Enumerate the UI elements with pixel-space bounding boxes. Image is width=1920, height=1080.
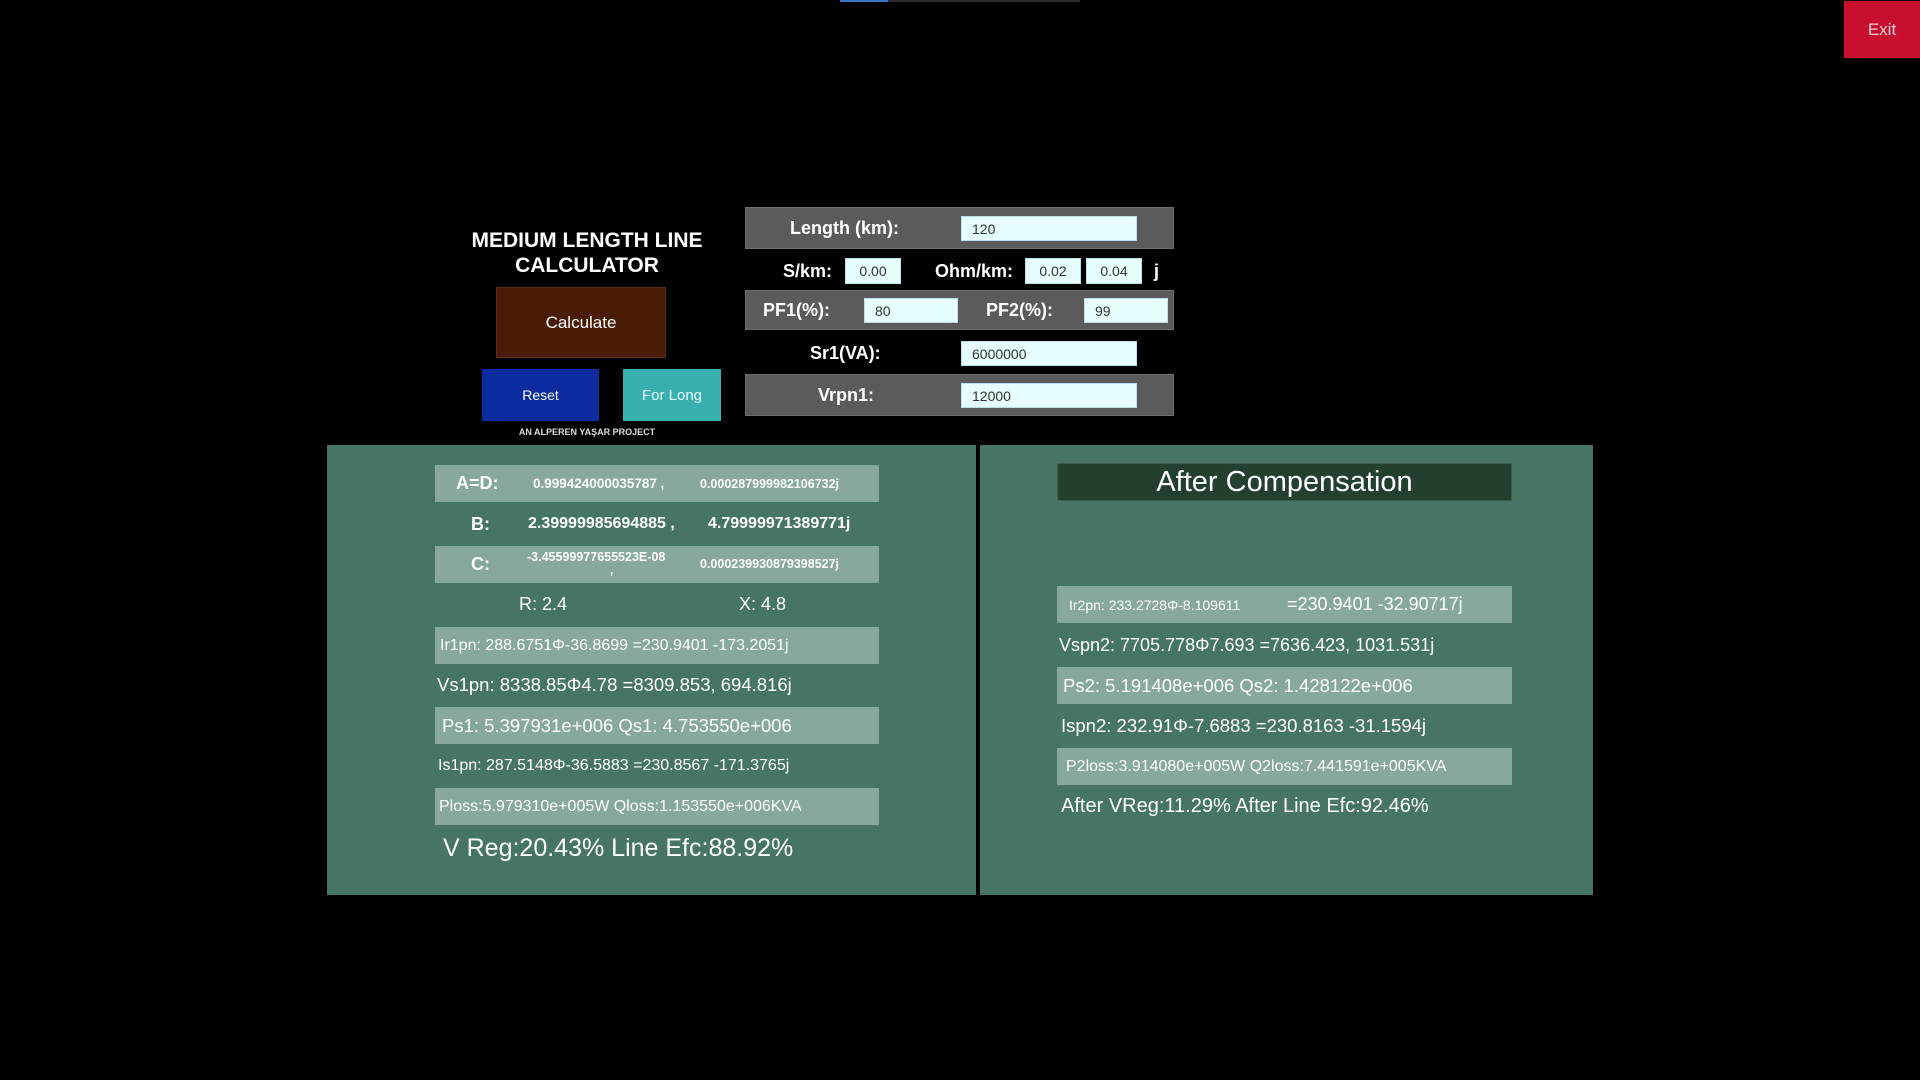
compensation-title: After Compensation [1057,463,1512,501]
vreg2-efficiency-value: After VReg:11.29% After Line Efc:92.46% [1061,794,1429,817]
pf2-input[interactable] [1084,298,1168,323]
for-long-button[interactable]: For Long [623,369,721,421]
ispn2-value: Ispn2: 232.91Φ-7.6883 =230.8163 -31.1594… [1061,715,1427,736]
c-real-value: -3.45599977655523E-08 [527,550,666,564]
sr1-input[interactable] [961,341,1137,366]
ps2-qs2-value: Ps2: 5.191408e+006 Qs2: 1.428122e+006 [1063,674,1413,696]
exit-button[interactable]: Exit [1844,1,1920,58]
b-real-value: 2.39999985694885 , [528,515,675,532]
s-km-input[interactable] [845,258,901,284]
ps1-qs1-value: Ps1: 5.397931e+006 Qs1: 4.753550e+006 [442,714,792,736]
r-value: R: 2.4 [519,594,568,614]
credit-label: AN ALPEREN YAŞAR PROJECT [518,427,656,437]
calculate-button[interactable]: Calculate [496,287,666,358]
c-label: C: [471,554,490,574]
sr1-label: Sr1(VA): [810,342,881,363]
loss2-value: P2loss:3.914080e+005W Q2loss:7.441591e+0… [1066,757,1447,775]
pf1-label: PF1(%): [763,299,830,320]
length-label: Length (km): [790,217,899,238]
vrpn1-input[interactable] [961,383,1137,408]
ohm-real-input[interactable] [1025,258,1081,284]
b-label: B: [471,513,490,534]
ad-imag-value: 0.000287999982106732j [700,476,840,491]
c-comma: , [610,563,614,577]
ad-real-value: 0.999424000035787 , [533,476,665,491]
x-value: X: 4.8 [739,594,787,614]
ohm-imag-input[interactable] [1086,258,1142,284]
pf2-label: PF2(%): [986,299,1053,320]
ohm-km-label: Ohm/km: [935,260,1014,281]
vreg-efficiency-value: V Reg:20.43% Line Efc:88.92% [443,833,794,862]
ad-label: A=D: [456,473,499,493]
j-label: j [1154,260,1160,281]
pf1-input[interactable] [864,298,958,323]
is1pn-value: Is1pn: 287.5148Φ-36.5883 =230.8567 -171.… [438,757,790,774]
loss-value: Ploss:5.979310e+005W Qloss:1.153550e+006… [439,797,802,815]
b-imag-value: 4.79999971389771j [708,515,851,532]
vs1pn-value: Vs1pn: 8338.85Φ4.78 =8309.853, 694.816j [437,674,792,695]
vrpn1-label: Vrpn1: [818,384,875,405]
top-strip-accent [840,0,888,2]
c-imag-value: 0.000239930879398527j [700,557,840,571]
s-km-label: S/km: [783,260,833,281]
ir2pn-rect-value: =230.9401 -32.90717j [1287,594,1463,614]
reset-button[interactable]: Reset [482,369,599,421]
ir2pn-polar-value: Ir2pn: 233.2728Φ-8.109611 [1069,596,1241,613]
length-input[interactable] [961,216,1137,241]
vspn2-value: Vspn2: 7705.778Φ7.693 =7636.423, 1031.53… [1059,634,1435,655]
ir1pn-value: Ir1pn: 288.6751Φ-36.8699 =230.9401 -173.… [440,636,789,654]
page-title: MEDIUM LENGTH LINE CALCULATOR [471,229,703,277]
